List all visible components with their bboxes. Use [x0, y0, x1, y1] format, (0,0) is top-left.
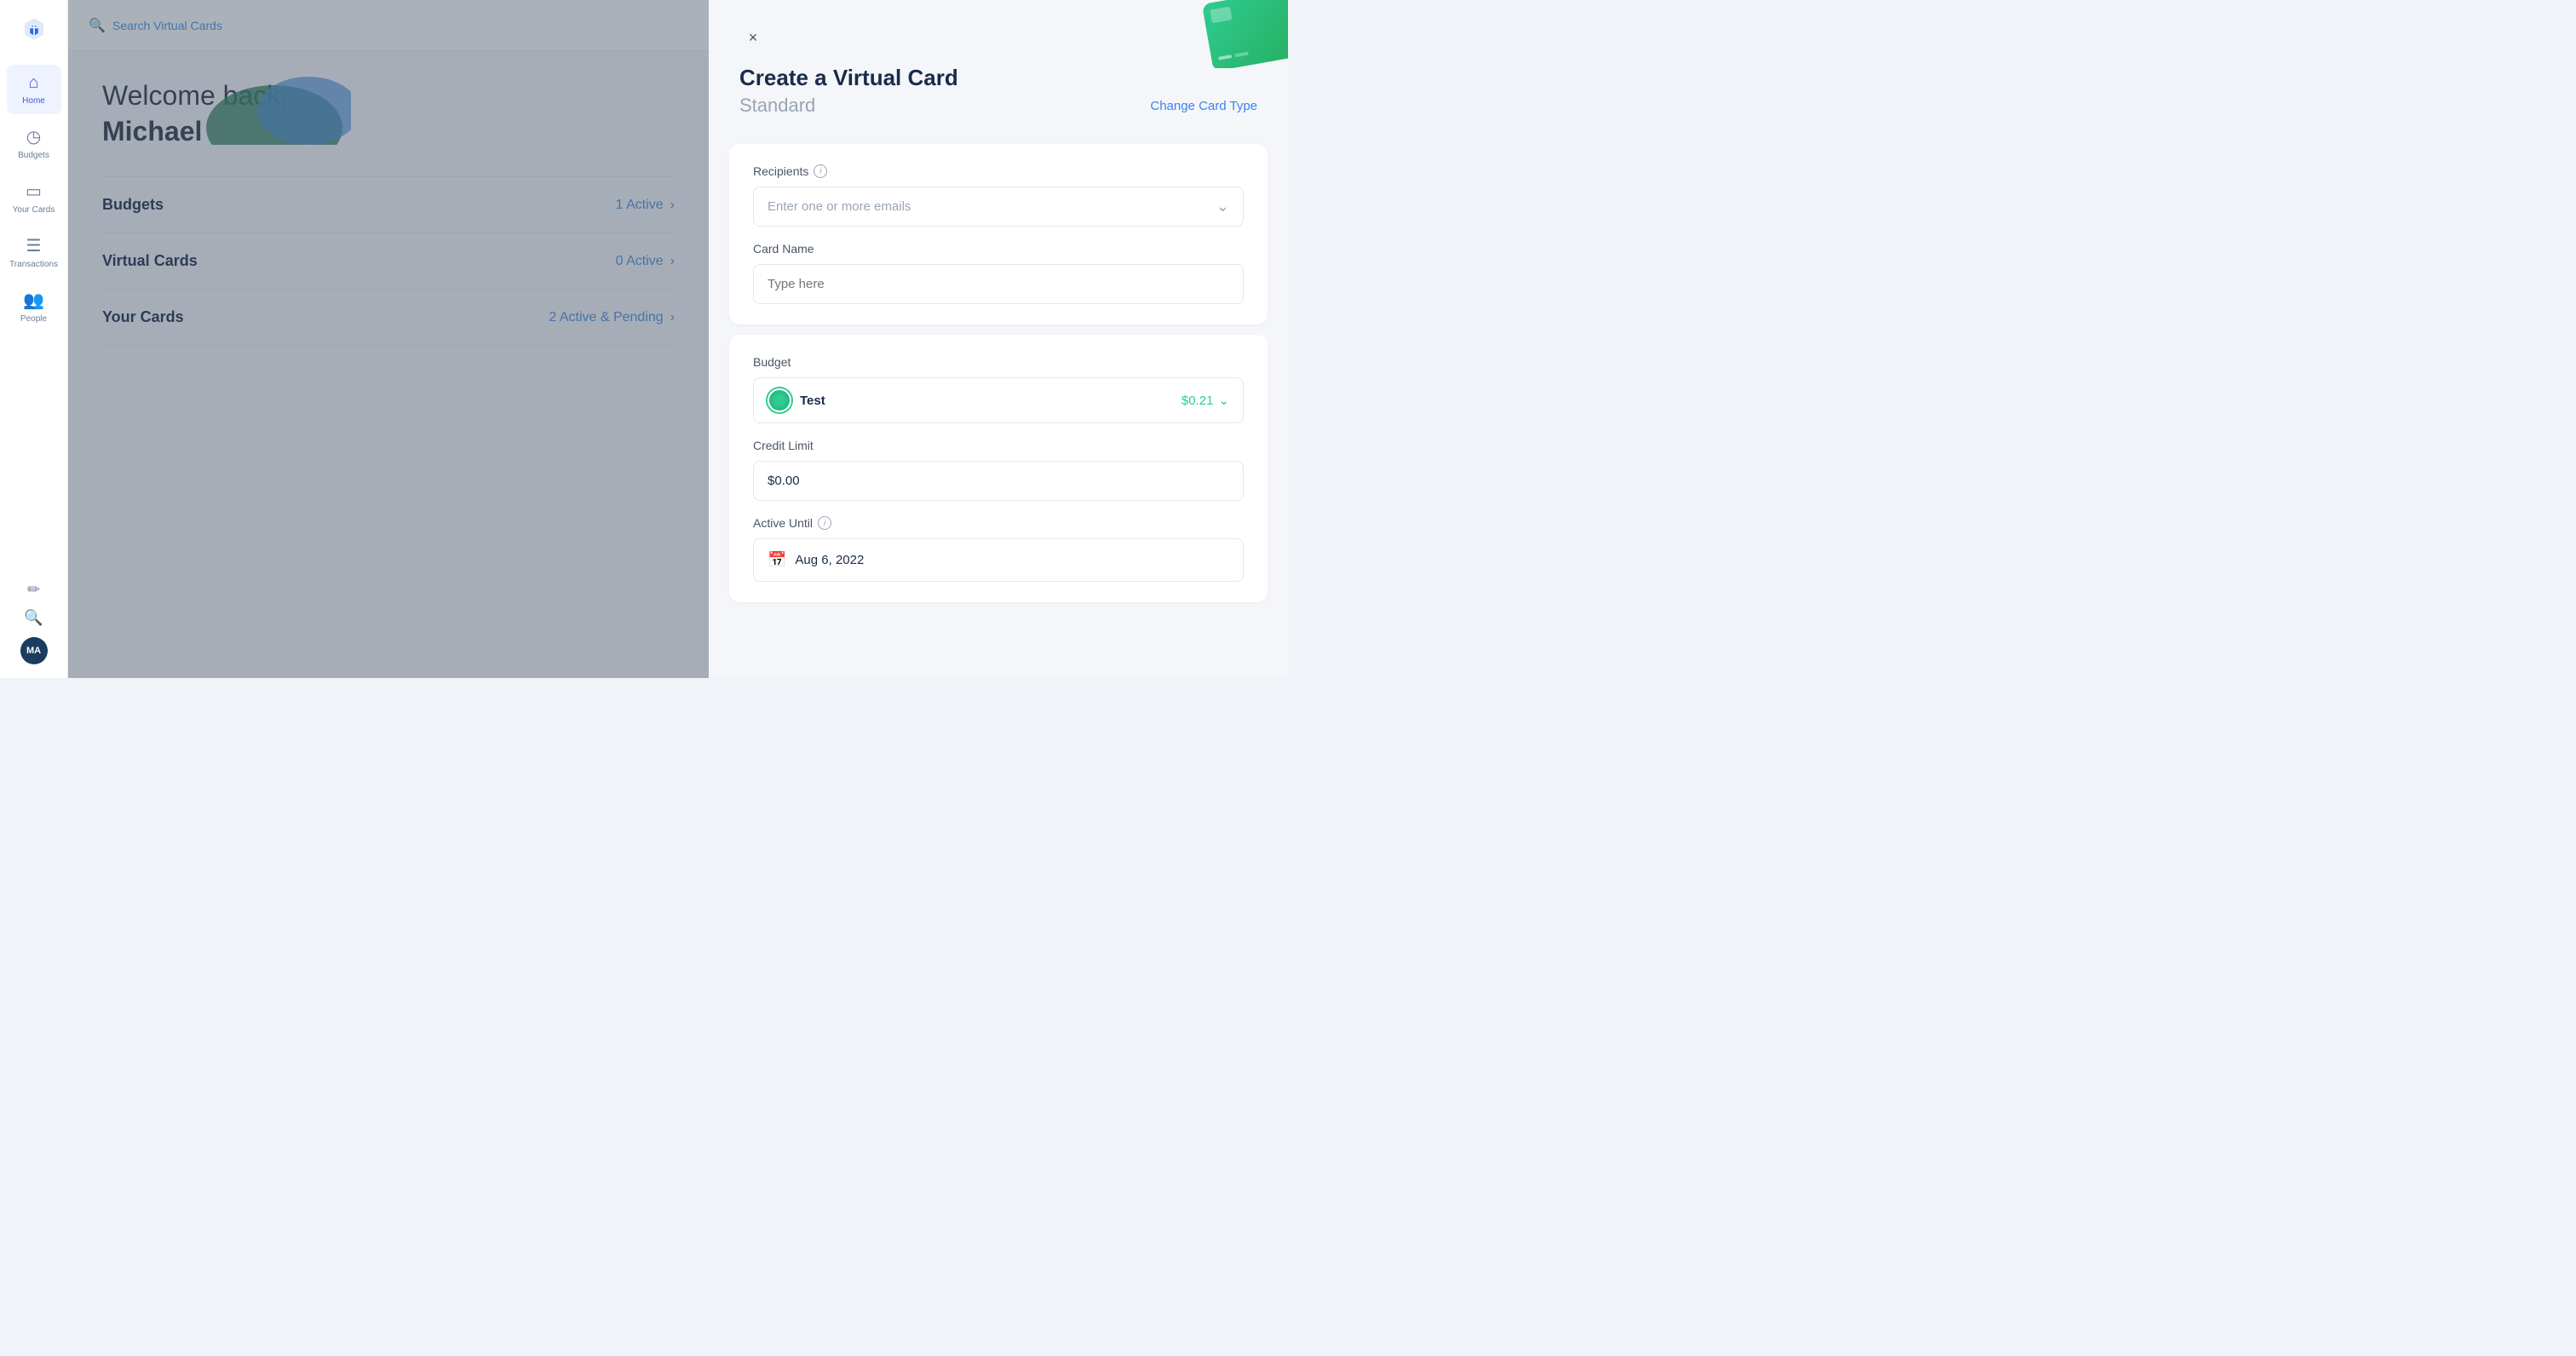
- sidebar-item-label: Home: [22, 96, 45, 106]
- credit-limit-label: Credit Limit: [753, 439, 1244, 452]
- card-name-label: Card Name: [753, 242, 1244, 256]
- budget-label: Budget: [753, 355, 1244, 369]
- card-decoration: [1194, 0, 1288, 68]
- recipients-input[interactable]: Enter one or more emails ⌄: [753, 187, 1244, 227]
- budgets-icon: ◷: [26, 126, 41, 147]
- card-name-input[interactable]: [753, 264, 1244, 304]
- change-card-type-button[interactable]: Change Card Type: [1150, 99, 1257, 113]
- budget-name: Test: [800, 394, 825, 408]
- home-icon: ⌂: [28, 73, 38, 93]
- recipients-placeholder: Enter one or more emails: [768, 199, 911, 214]
- drawer-subtitle: Standard: [739, 95, 815, 117]
- calendar-icon: 📅: [768, 551, 786, 569]
- recipients-info-icon[interactable]: i: [814, 164, 827, 178]
- recipients-section: Recipients i Enter one or more emails ⌄ …: [729, 144, 1268, 325]
- budget-row-left: Test: [768, 388, 825, 412]
- drawer-title: Create a Virtual Card: [739, 65, 1257, 91]
- active-until-selector[interactable]: 📅 Aug 6, 2022: [753, 538, 1244, 582]
- sidebar-item-people[interactable]: 👥 People: [7, 281, 61, 332]
- cards-icon: ▭: [26, 181, 42, 202]
- main-content: 🔍 Search Virtual Cards Welcome back, Mic…: [68, 0, 709, 678]
- sidebar-item-label: People: [20, 314, 47, 324]
- sidebar-item-transactions[interactable]: ☰ Transactions: [7, 227, 61, 278]
- app-logo[interactable]: [19, 14, 49, 44]
- sidebar-item-label: Budgets: [18, 151, 49, 160]
- sidebar: ⌂ Home ◷ Budgets ▭ Your Cards ☰ Transact…: [0, 0, 68, 678]
- active-until-date: Aug 6, 2022: [795, 553, 864, 567]
- avatar[interactable]: MA: [20, 637, 48, 664]
- modal-overlay[interactable]: [68, 0, 709, 678]
- close-icon: ×: [749, 29, 758, 47]
- recipients-label: Recipients i: [753, 164, 1244, 178]
- active-until-label: Active Until i: [753, 516, 1244, 530]
- drawer-subtitle-row: Standard Change Card Type: [739, 95, 1257, 117]
- create-card-drawer: × Create a Virtual Card Standard Change …: [709, 0, 1288, 678]
- sidebar-item-label: Your Cards: [13, 205, 55, 215]
- sidebar-item-budgets[interactable]: ◷ Budgets: [7, 118, 61, 169]
- close-button[interactable]: ×: [739, 24, 767, 51]
- sidebar-bottom: ✏ 🔍 MA: [20, 581, 48, 664]
- transactions-icon: ☰: [26, 235, 42, 256]
- budget-chevron-icon: ⌄: [1218, 393, 1229, 408]
- sidebar-item-your-cards[interactable]: ▭ Your Cards: [7, 172, 61, 223]
- budget-section: Budget Test $0.21 ⌄ Credit Limit Active …: [729, 335, 1268, 602]
- sidebar-item-home[interactable]: ⌂ Home: [7, 65, 61, 114]
- recipients-chevron-icon: ⌄: [1216, 198, 1229, 215]
- budget-dot-icon: [768, 388, 791, 412]
- people-icon: 👥: [23, 290, 44, 311]
- active-until-info-icon[interactable]: i: [818, 516, 831, 530]
- budget-amount: $0.21 ⌄: [1182, 393, 1229, 408]
- credit-limit-input[interactable]: [753, 461, 1244, 501]
- decorative-card: [1202, 0, 1288, 68]
- sidebar-item-label: Transactions: [9, 260, 58, 269]
- search-bottom-icon[interactable]: 🔍: [24, 609, 43, 627]
- edit-icon[interactable]: ✏: [27, 581, 40, 599]
- budget-selector[interactable]: Test $0.21 ⌄: [753, 377, 1244, 423]
